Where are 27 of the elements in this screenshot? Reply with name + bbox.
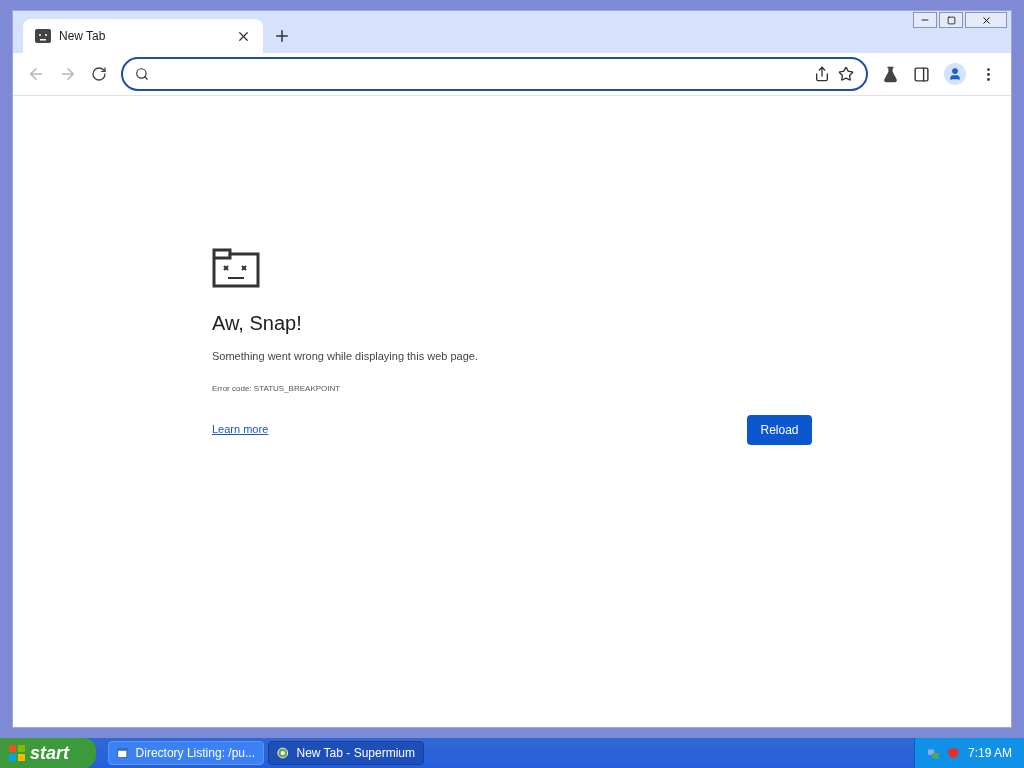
address-bar[interactable] xyxy=(121,57,868,91)
error-code: Error code: STATUS_BREAKPOINT xyxy=(212,382,341,395)
reload-button[interactable]: Reload xyxy=(747,414,812,445)
close-icon xyxy=(980,14,992,26)
start-button[interactable]: start xyxy=(0,738,96,768)
side-panel-icon[interactable] xyxy=(913,65,930,83)
browser-tab[interactable]: New Tab xyxy=(23,19,263,53)
window-icon xyxy=(117,746,128,760)
taskbar-button[interactable]: New Tab - Supermium xyxy=(268,741,424,765)
learn-more-link[interactable]: Learn more xyxy=(212,421,269,438)
search-icon xyxy=(135,67,149,81)
minimize-button[interactable] xyxy=(913,12,937,28)
maximize-button[interactable] xyxy=(939,12,963,28)
new-tab-icon[interactable] xyxy=(273,27,291,45)
clock: 7:19 AM xyxy=(967,745,1012,762)
profile-avatar[interactable] xyxy=(944,63,966,85)
tab-title: New Tab xyxy=(59,28,107,45)
reload-icon[interactable] xyxy=(91,66,107,82)
maximize-icon xyxy=(946,15,956,25)
flask-icon[interactable] xyxy=(882,65,899,83)
error-message: Something went wrong while displaying this web page. xyxy=(212,349,478,364)
person-icon xyxy=(948,67,962,81)
windows-logo-icon xyxy=(8,744,26,762)
error-title: Aw, Snap! xyxy=(212,311,302,336)
taskbar-button[interactable]: Directory Listing: /pu... xyxy=(108,741,264,765)
share-icon[interactable] xyxy=(814,66,830,82)
bookmark-star-icon[interactable] xyxy=(838,66,854,82)
